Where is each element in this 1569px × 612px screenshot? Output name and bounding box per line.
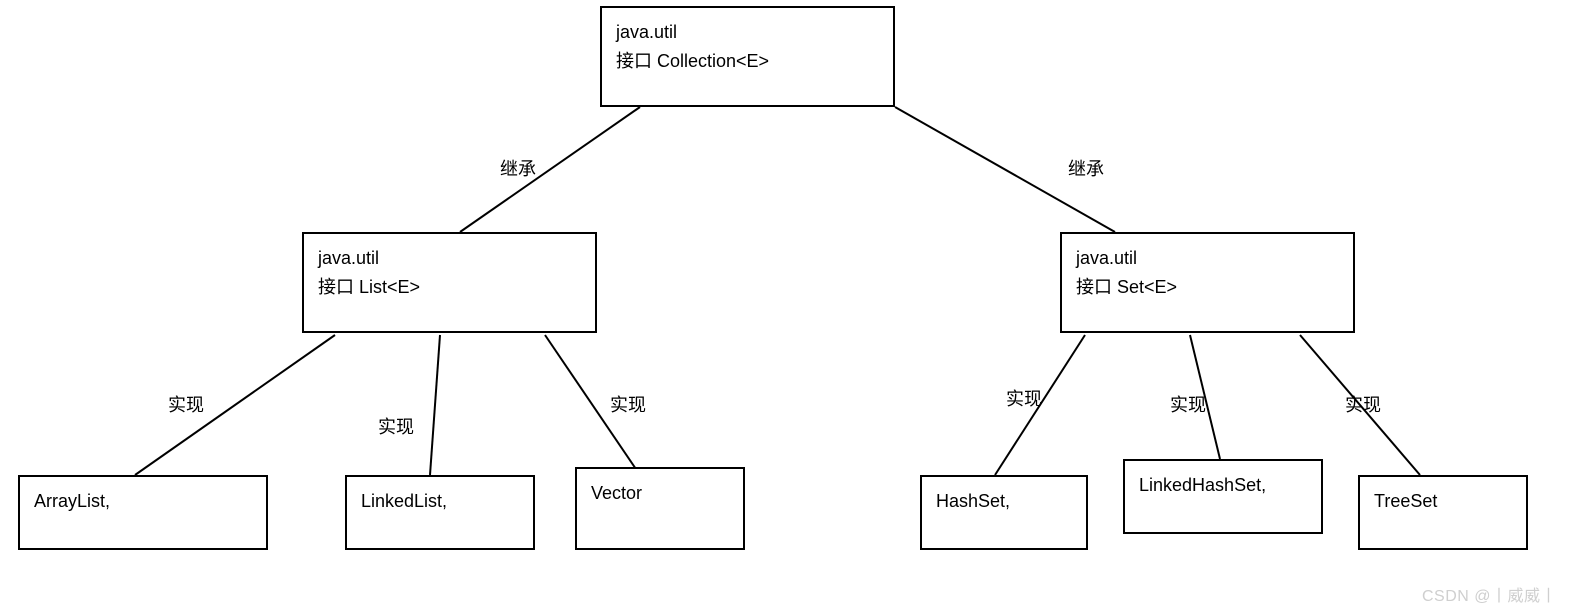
edge-label-impl-treeset: 实现 bbox=[1345, 391, 1381, 417]
node-collection-pkg: java.util bbox=[616, 18, 879, 47]
edge-label-impl-linkedhashset: 实现 bbox=[1170, 391, 1206, 417]
node-list-name: 接口 List<E> bbox=[318, 273, 581, 302]
edge-label-impl-vector: 实现 bbox=[610, 391, 646, 417]
watermark-text: CSDN @丨威威丨 bbox=[1422, 582, 1557, 606]
node-collection: java.util 接口 Collection<E> bbox=[600, 6, 895, 107]
node-linkedlist-label: LinkedList, bbox=[361, 491, 447, 511]
edge-label-impl-hashset: 实现 bbox=[1006, 385, 1042, 411]
node-set: java.util 接口 Set<E> bbox=[1060, 232, 1355, 333]
edge-label-inherit-left: 继承 bbox=[500, 155, 536, 181]
edge-label-impl-linkedlist: 实现 bbox=[378, 413, 414, 439]
node-linkedhashset: LinkedHashSet, bbox=[1123, 459, 1323, 534]
node-set-pkg: java.util bbox=[1076, 244, 1339, 273]
node-list-pkg: java.util bbox=[318, 244, 581, 273]
node-list: java.util 接口 List<E> bbox=[302, 232, 597, 333]
edge-label-inherit-right: 继承 bbox=[1068, 155, 1104, 181]
node-arraylist: ArrayList, bbox=[18, 475, 268, 550]
node-hashset-label: HashSet, bbox=[936, 491, 1010, 511]
node-treeset-label: TreeSet bbox=[1374, 491, 1437, 511]
node-hashset: HashSet, bbox=[920, 475, 1088, 550]
node-vector: Vector bbox=[575, 467, 745, 550]
node-vector-label: Vector bbox=[591, 483, 642, 503]
node-collection-name: 接口 Collection<E> bbox=[616, 47, 879, 76]
node-linkedhashset-label: LinkedHashSet, bbox=[1139, 475, 1266, 495]
node-treeset: TreeSet bbox=[1358, 475, 1528, 550]
node-arraylist-label: ArrayList, bbox=[34, 491, 110, 511]
node-linkedlist: LinkedList, bbox=[345, 475, 535, 550]
edge-label-impl-arraylist: 实现 bbox=[168, 391, 204, 417]
node-set-name: 接口 Set<E> bbox=[1076, 273, 1339, 302]
